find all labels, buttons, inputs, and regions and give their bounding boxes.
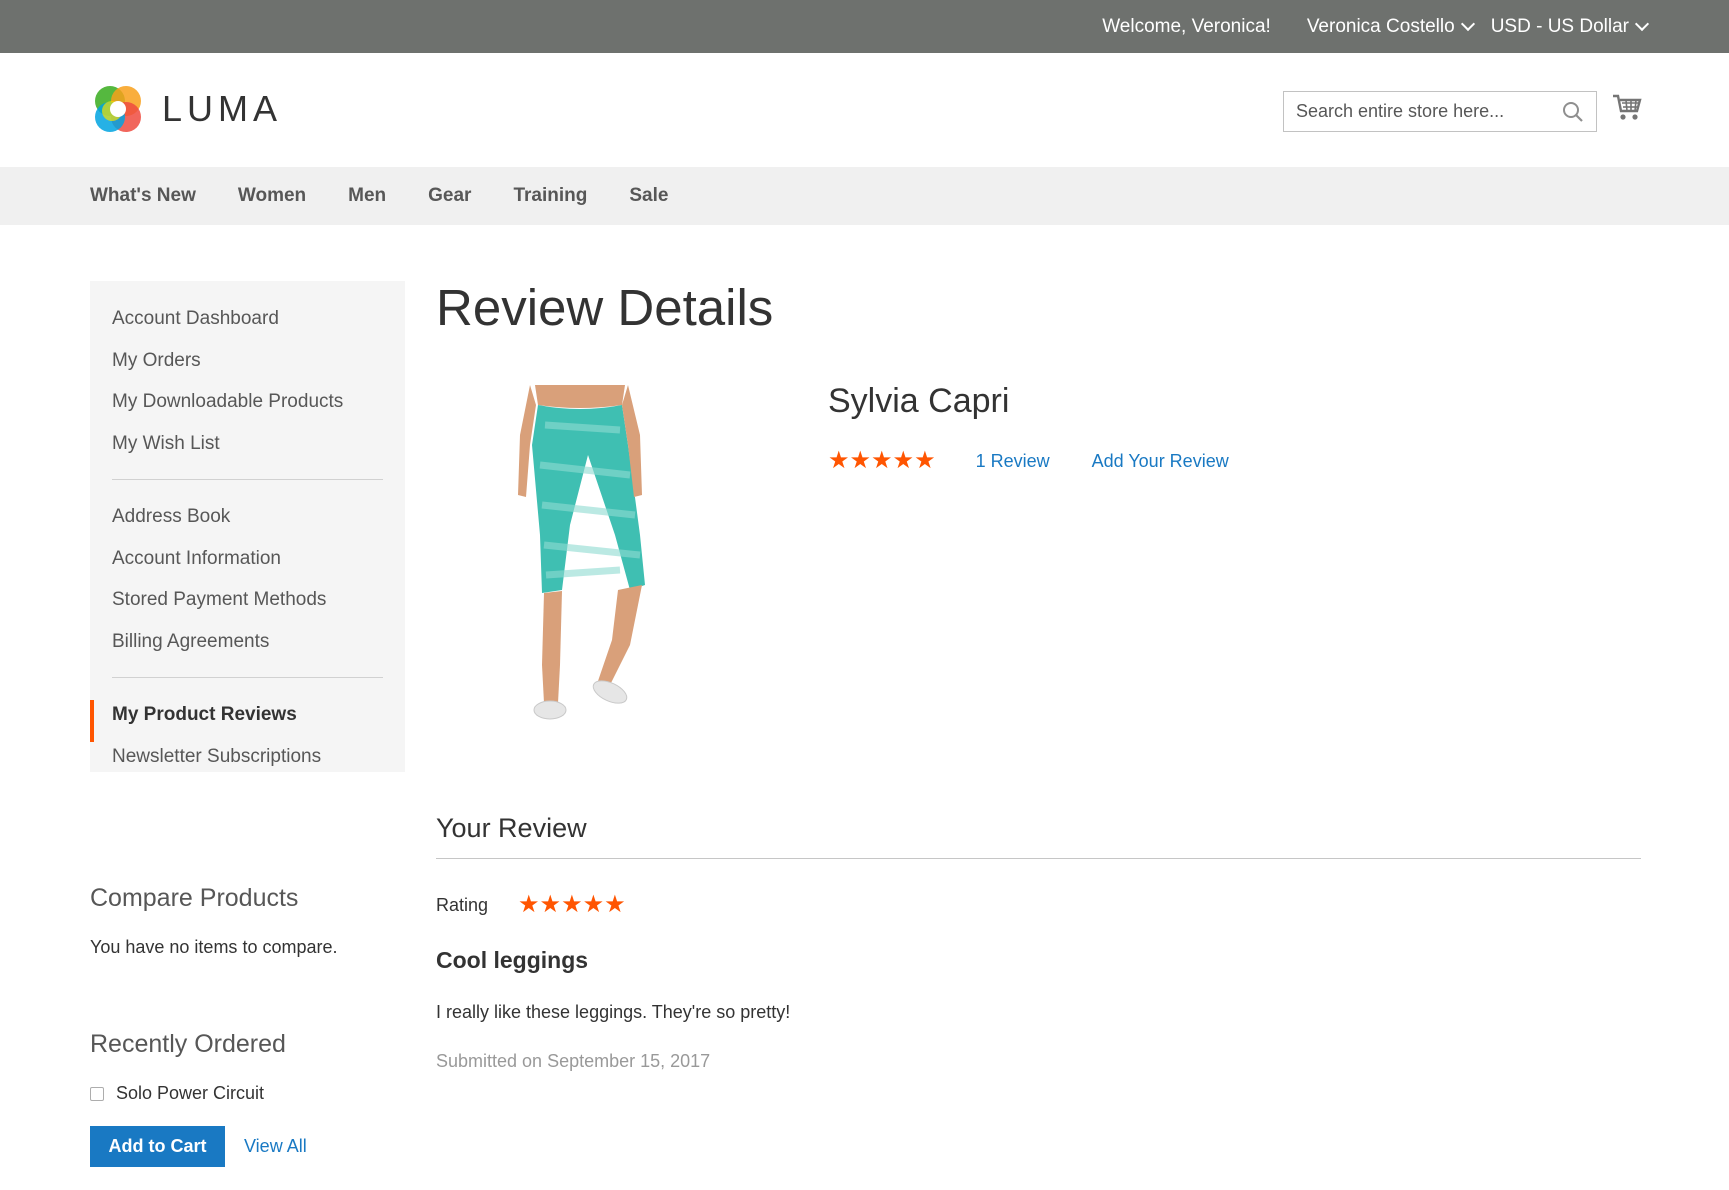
- recently-ordered-title: Recently Ordered: [90, 1030, 286, 1058]
- recent-item-name: Solo Power Circuit: [116, 1083, 265, 1103]
- rating-label: Rating: [436, 894, 489, 915]
- recent-order-item: Solo Power Circuit: [90, 1083, 307, 1104]
- cart-icon[interactable]: [1612, 93, 1642, 126]
- top-panel: Welcome, Veronica! Veronica Costello USD…: [0, 0, 1729, 53]
- sidebar-item-stored-payment-methods[interactable]: Stored Payment Methods: [90, 585, 405, 627]
- review-text: I really like these leggings. They're so…: [436, 1002, 791, 1022]
- your-review-section: Your Review Rating ★★★★★ Cool leggings I…: [436, 813, 1641, 1072]
- product-name[interactable]: Sylvia Capri: [828, 382, 1009, 421]
- view-all-link[interactable]: View All: [244, 1136, 307, 1157]
- add-your-review-link[interactable]: Add Your Review: [1092, 451, 1229, 472]
- account-name: Veronica Costello: [1306, 15, 1455, 37]
- nav-item-women[interactable]: Women: [238, 185, 306, 207]
- welcome-message: Welcome, Veronica!: [1102, 15, 1271, 37]
- currency-switcher[interactable]: USD - US Dollar: [1490, 15, 1650, 38]
- sidebar-item-account-dashboard[interactable]: Account Dashboard: [90, 304, 405, 346]
- review-submitted-date: Submitted on September 15, 2017: [436, 1051, 711, 1071]
- review-rating-line: Rating ★★★★★: [436, 893, 1641, 917]
- compare-empty-text: You have no items to compare.: [90, 937, 338, 957]
- search-box: [1283, 91, 1597, 132]
- chevron-down-icon: [1460, 16, 1475, 31]
- nav-item-gear[interactable]: Gear: [428, 185, 471, 207]
- luma-logo-icon: [95, 86, 141, 132]
- compare-title: Compare Products: [90, 884, 299, 912]
- sidebar-item-my-orders[interactable]: My Orders: [90, 346, 405, 388]
- sidebar-item-address-book[interactable]: Address Book: [90, 502, 405, 544]
- header: LUMA: [0, 53, 1729, 167]
- sidebar-item-downloadable-products[interactable]: My Downloadable Products: [90, 387, 405, 429]
- sidebar-item-newsletter-subscriptions[interactable]: Newsletter Subscriptions: [90, 742, 405, 784]
- product-rating-summary: ★★★★★ 1 Review Add Your Review: [828, 449, 1229, 473]
- rating-stars: ★★★★★: [828, 447, 936, 474]
- nav-item-training[interactable]: Training: [513, 185, 587, 207]
- logo-text: LUMA: [162, 88, 283, 129]
- search-icon[interactable]: [1562, 101, 1584, 128]
- nav-item-sale[interactable]: Sale: [629, 185, 668, 207]
- recent-actions: Add to Cart View All: [90, 1126, 307, 1167]
- compare-products-block: Compare Products You have no items to co…: [90, 884, 337, 958]
- review-rating-stars: ★★★★★: [518, 891, 626, 918]
- sidebar-divider: [112, 677, 383, 678]
- your-review-title: Your Review: [436, 813, 1641, 859]
- main-navigation: What's New Women Men Gear Training Sale: [0, 167, 1729, 225]
- page-title: Review Details: [436, 279, 774, 336]
- sidebar-divider: [112, 479, 383, 480]
- currency-label: USD - US Dollar: [1490, 15, 1629, 37]
- sidebar-item-billing-agreements[interactable]: Billing Agreements: [90, 627, 405, 669]
- chevron-down-icon: [1634, 16, 1650, 31]
- account-sidebar: Account Dashboard My Orders My Downloada…: [90, 281, 405, 772]
- nav-item-men[interactable]: Men: [348, 185, 386, 207]
- sidebar-item-account-information[interactable]: Account Information: [90, 544, 405, 586]
- nav-item-whats-new[interactable]: What's New: [90, 185, 196, 207]
- product-image[interactable]: [470, 385, 780, 740]
- reviews-count-link[interactable]: 1 Review: [976, 451, 1050, 472]
- recent-item-checkbox[interactable]: [90, 1086, 104, 1101]
- header-links: Welcome, Veronica! Veronica Costello USD…: [1102, 0, 1650, 53]
- sidebar-item-wish-list[interactable]: My Wish List: [90, 429, 405, 471]
- account-dropdown[interactable]: Veronica Costello: [1306, 15, 1475, 38]
- search-input[interactable]: [1284, 92, 1544, 131]
- recently-ordered-block: Recently Ordered Solo Power Circuit Add …: [90, 1030, 307, 1167]
- add-to-cart-button[interactable]: Add to Cart: [90, 1126, 225, 1167]
- logo[interactable]: LUMA: [90, 81, 282, 137]
- sidebar-item-my-product-reviews[interactable]: My Product Reviews: [90, 700, 405, 742]
- review-title: Cool leggings: [436, 947, 589, 973]
